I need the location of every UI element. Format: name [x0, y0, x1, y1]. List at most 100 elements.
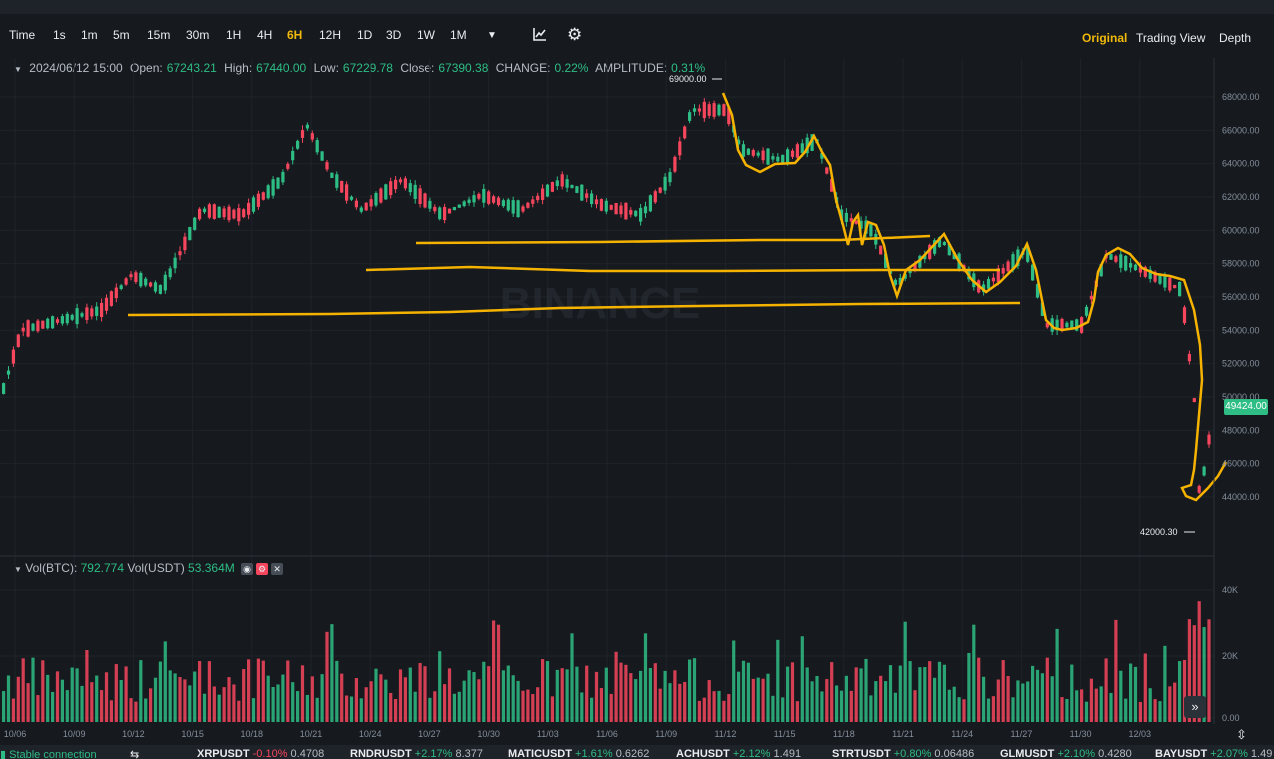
candle-body [482, 188, 486, 203]
ticker-1[interactable]: RNDRUSDT +2.17% 8.377 [350, 748, 483, 759]
interval-1h[interactable]: 1H [226, 28, 241, 42]
candle-body [168, 268, 172, 278]
vol-btc-value: 792.774 [80, 561, 125, 575]
volume-bar [315, 697, 319, 722]
candle-body [408, 183, 412, 193]
volume-bar [144, 698, 148, 722]
interval-5m[interactable]: 5m [113, 28, 130, 42]
candle-body [109, 291, 113, 306]
volume-collapse-chevron-icon[interactable]: ▼ [14, 565, 22, 574]
ticker-0-chg: -0.10% [252, 748, 288, 759]
ticker-2[interactable]: MATICUSDT +1.61% 0.6262 [508, 748, 649, 759]
candle-body [599, 199, 603, 211]
candle-body [487, 191, 491, 204]
candlestick-chart[interactable]: BINANCE 69000.00 42000.30 68000.00 66000.… [0, 58, 1274, 758]
volume-bar [403, 677, 407, 722]
date-tick-label: 10/27 [418, 729, 441, 739]
volume-bar [109, 700, 113, 722]
candle-body [345, 184, 349, 201]
volume-bar [60, 679, 64, 722]
ticker-6[interactable]: BAYUSDT +2.07% 1.49 [1155, 748, 1272, 759]
ticker-5[interactable]: GLMUSDT +2.10% 0.4280 [1000, 748, 1132, 759]
interval-1m-month[interactable]: 1M [450, 28, 467, 42]
interval-12h[interactable]: 12H [319, 28, 341, 42]
volume-bar [408, 667, 412, 722]
candle-body [36, 320, 40, 332]
ticker-6-chg: +2.07% [1210, 748, 1248, 759]
volume-bar [545, 661, 550, 722]
candle-body [75, 308, 79, 325]
candle-body [1192, 398, 1196, 403]
volume-bar [639, 670, 643, 722]
volume-bar [207, 661, 211, 722]
volume-bar [41, 660, 45, 722]
volume-bar [247, 659, 251, 722]
candle-body [384, 184, 388, 200]
ticker-0-price: 0.4708 [290, 748, 325, 759]
candle-body [188, 227, 192, 241]
volume-bar [643, 633, 648, 722]
candle-body [702, 101, 706, 119]
candle-body [2, 383, 6, 394]
interval-1d[interactable]: 1D [357, 28, 372, 42]
scroll-to-latest-button[interactable]: » [1184, 696, 1206, 718]
ticker-6-price: 1.49 [1250, 748, 1273, 759]
volume-bar [771, 695, 775, 722]
ticker-6-sym: BAYUSDT [1155, 748, 1208, 759]
volume-bar [310, 676, 314, 722]
candle-body [580, 184, 584, 201]
interval-15m[interactable]: 15m [147, 28, 170, 42]
date-tick-label: 12/03 [1129, 729, 1152, 739]
ticker-arrows-icon[interactable]: ⇆ [130, 748, 139, 759]
axis-resize-icon[interactable]: ⇳ [1236, 727, 1247, 743]
candle-body [741, 144, 746, 157]
date-tick-label: 10/21 [300, 729, 323, 739]
interval-4h[interactable]: 4H [257, 28, 272, 42]
candle-body [624, 202, 628, 220]
interval-30m[interactable]: 30m [186, 28, 209, 42]
close-indicator-icon[interactable]: ✕ [271, 562, 284, 575]
indicator-settings-icon[interactable]: ⚙ [256, 562, 269, 575]
volume-bar [21, 658, 25, 722]
volume-bar [85, 649, 89, 722]
volume-bar [565, 669, 569, 722]
volume-bar [163, 641, 167, 722]
settings-gear-icon[interactable]: ⚙ [567, 25, 582, 45]
interval-1w[interactable]: 1W [417, 28, 435, 42]
volume-bar [1178, 661, 1182, 722]
candle-body [575, 186, 579, 193]
interval-1s[interactable]: 1s [53, 28, 66, 42]
indicators-icon[interactable] [532, 26, 548, 45]
view-trading-view[interactable]: Trading View [1136, 31, 1205, 45]
ticker-4[interactable]: STRTUSDT +0.80% 0.06486 [832, 748, 974, 759]
candle-body [776, 156, 780, 162]
volume-bar [325, 631, 329, 722]
date-tick-label: 11/03 [537, 729, 559, 739]
more-intervals-chevron-icon[interactable]: ▼ [487, 30, 497, 41]
candle-body [462, 201, 466, 207]
volume-bar [266, 675, 270, 722]
ticker-0[interactable]: XRPUSDT -0.10% 0.4708 [197, 748, 324, 759]
view-depth[interactable]: Depth [1219, 31, 1251, 45]
ticker-4-sym: STRTUSDT [832, 748, 891, 759]
interval-time[interactable]: Time [9, 28, 35, 42]
candle-body [202, 208, 207, 213]
date-tick-label: 10/30 [477, 729, 500, 739]
ticker-3[interactable]: ACHUSDT +2.12% 1.491 [676, 748, 801, 759]
volume-bar [212, 686, 216, 722]
visibility-eye-icon[interactable]: ◉ [241, 562, 254, 575]
volume-bar [521, 690, 525, 722]
volume-bar [790, 662, 795, 722]
candle-body [1124, 255, 1128, 271]
volume-bar [2, 691, 6, 722]
view-original[interactable]: Original [1082, 31, 1127, 45]
interval-3d[interactable]: 3D [386, 28, 401, 42]
volume-bar [707, 680, 711, 722]
interval-1m[interactable]: 1m [81, 28, 98, 42]
volume-bar [830, 662, 834, 722]
volume-bar [374, 668, 378, 722]
interval-6h[interactable]: 6H [287, 28, 302, 42]
volume-bar [433, 691, 437, 722]
candle-body [746, 148, 750, 155]
volume-bar [413, 691, 417, 722]
